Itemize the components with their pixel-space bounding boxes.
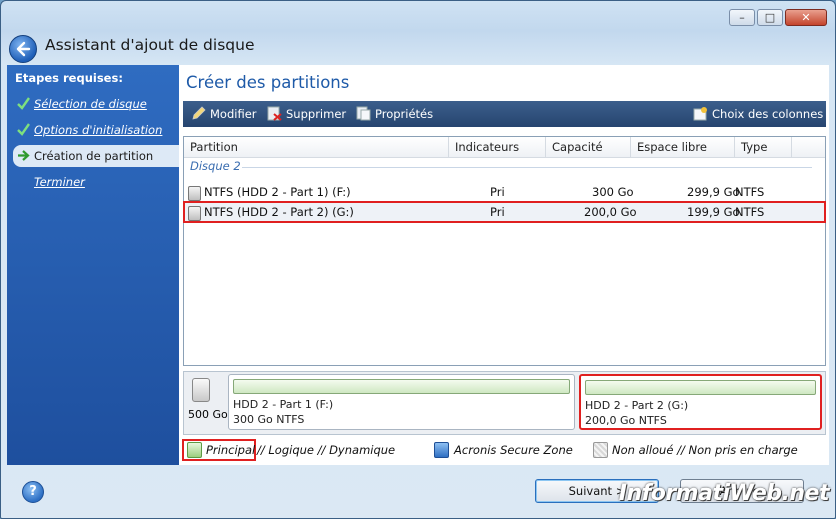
legend-logical-dynamic: // Logique // Dynamique (257, 443, 396, 457)
disk-icon (188, 206, 201, 221)
step-label: Création de partition (34, 149, 154, 163)
step-finish[interactable]: Terminer (13, 171, 179, 193)
close-button[interactable]: ✕ (785, 9, 827, 26)
partition-detail: 200,0 Go NTFS (585, 414, 667, 427)
group-divider (242, 167, 812, 168)
check-icon (17, 97, 30, 110)
back-button[interactable] (9, 35, 37, 63)
cell-free: 199,9 Go (687, 205, 740, 219)
properties-label: Propriétés (375, 107, 434, 121)
partition-block-2[interactable]: HDD 2 - Part 2 (G:) 200,0 Go NTFS (579, 374, 822, 430)
cell-partition: NTFS (HDD 2 - Part 2) (G:) (204, 205, 354, 219)
cell-partition: NTFS (HDD 2 - Part 1) (F:) (204, 185, 351, 199)
step-partition-creation[interactable]: Création de partition (13, 145, 179, 167)
legend-principal: Principal (206, 443, 256, 457)
partitions-table: Partition Indicateurs Capacité Espace li… (183, 136, 826, 366)
steps-heading: Etapes requises: (15, 71, 123, 85)
cell-type: NTFS (735, 205, 765, 219)
group-label: Disque 2 (190, 159, 241, 173)
step-label: Sélection de disque (34, 97, 147, 111)
back-arrow-icon (16, 41, 31, 57)
disk-map: 500 Go HDD 2 - Part 1 (F:) 300 Go NTFS H… (183, 371, 826, 435)
partition-block-1[interactable]: HDD 2 - Part 1 (F:) 300 Go NTFS (228, 374, 575, 430)
maximize-icon: □ (764, 11, 776, 24)
partition-name: HDD 2 - Part 2 (G:) (585, 399, 689, 412)
cell-flags: Pri (490, 205, 505, 219)
cell-capacity: 200,0 Go (584, 205, 637, 219)
step-init-options[interactable]: Options d'initialisation (13, 119, 179, 141)
column-capacity[interactable]: Capacité (546, 137, 631, 157)
choose-columns-label: Choix des colonnes (712, 107, 824, 121)
column-free-space[interactable]: Espace libre (631, 137, 735, 157)
caption-buttons: – □ ✕ (729, 9, 827, 26)
toolbar: Modifier Supprimer Propriétés Choix des … (183, 101, 826, 127)
help-icon[interactable]: ? (22, 481, 44, 503)
page-title: Créer des partitions (186, 73, 350, 92)
step-label: Options d'initialisation (34, 123, 163, 137)
table-row-selected[interactable]: NTFS (HDD 2 - Part 2) (G:) Pri 200,0 Go … (183, 201, 826, 223)
watermark: InformatiWeb.net (618, 481, 830, 506)
legend-secure-zone: Acronis Secure Zone (454, 443, 573, 457)
check-icon (17, 123, 30, 136)
properties-icon (356, 106, 371, 121)
disk-size: 500 Go (188, 408, 228, 421)
cell-type: NTFS (735, 185, 765, 199)
arrow-right-icon (18, 150, 30, 161)
steps-sidebar: Etapes requises: Sélection de disque Opt… (7, 65, 179, 465)
unallocated-swatch (593, 442, 608, 458)
cell-free: 299,9 Go (687, 185, 740, 199)
cell-flags: Pri (490, 185, 505, 199)
column-flags[interactable]: Indicateurs (449, 137, 546, 157)
maximize-button[interactable]: □ (757, 9, 783, 26)
partition-detail: 300 Go NTFS (233, 413, 305, 426)
minimize-icon: – (739, 11, 745, 24)
legend: Principal // Logique // Dynamique Acroni… (179, 437, 829, 463)
partition-usage-bar (585, 380, 816, 395)
main-content: Créer des partitions Modifier Supprimer … (179, 65, 829, 465)
step-disk-selection[interactable]: Sélection de disque (13, 93, 179, 115)
partition-name: HDD 2 - Part 1 (F:) (233, 398, 334, 411)
table-row[interactable]: NTFS (HDD 2 - Part 1) (F:) Pri 300 Go 29… (184, 182, 825, 202)
secure-zone-swatch (434, 442, 449, 458)
table-header: Partition Indicateurs Capacité Espace li… (184, 137, 825, 158)
column-partition[interactable]: Partition (184, 137, 449, 157)
column-type[interactable]: Type (735, 137, 792, 157)
cell-capacity: 300 Go (592, 185, 634, 199)
hard-disk-icon (192, 378, 210, 402)
delete-label: Supprimer (286, 107, 347, 121)
columns-icon (693, 107, 707, 121)
disk-icon (188, 186, 201, 201)
close-icon: ✕ (801, 11, 811, 24)
minimize-button[interactable]: – (729, 9, 755, 26)
modify-label: Modifier (210, 107, 257, 121)
wizard-window: – □ ✕ Assistant d'ajout de disque Etapes… (0, 0, 836, 519)
partition-usage-bar (233, 379, 570, 394)
principal-swatch (187, 442, 202, 458)
step-label: Terminer (34, 175, 85, 189)
delete-icon (267, 106, 282, 121)
window-title: Assistant d'ajout de disque (45, 36, 255, 54)
legend-unallocated: Non alloué // Non pris en charge (612, 443, 798, 457)
pencil-icon (192, 106, 206, 120)
